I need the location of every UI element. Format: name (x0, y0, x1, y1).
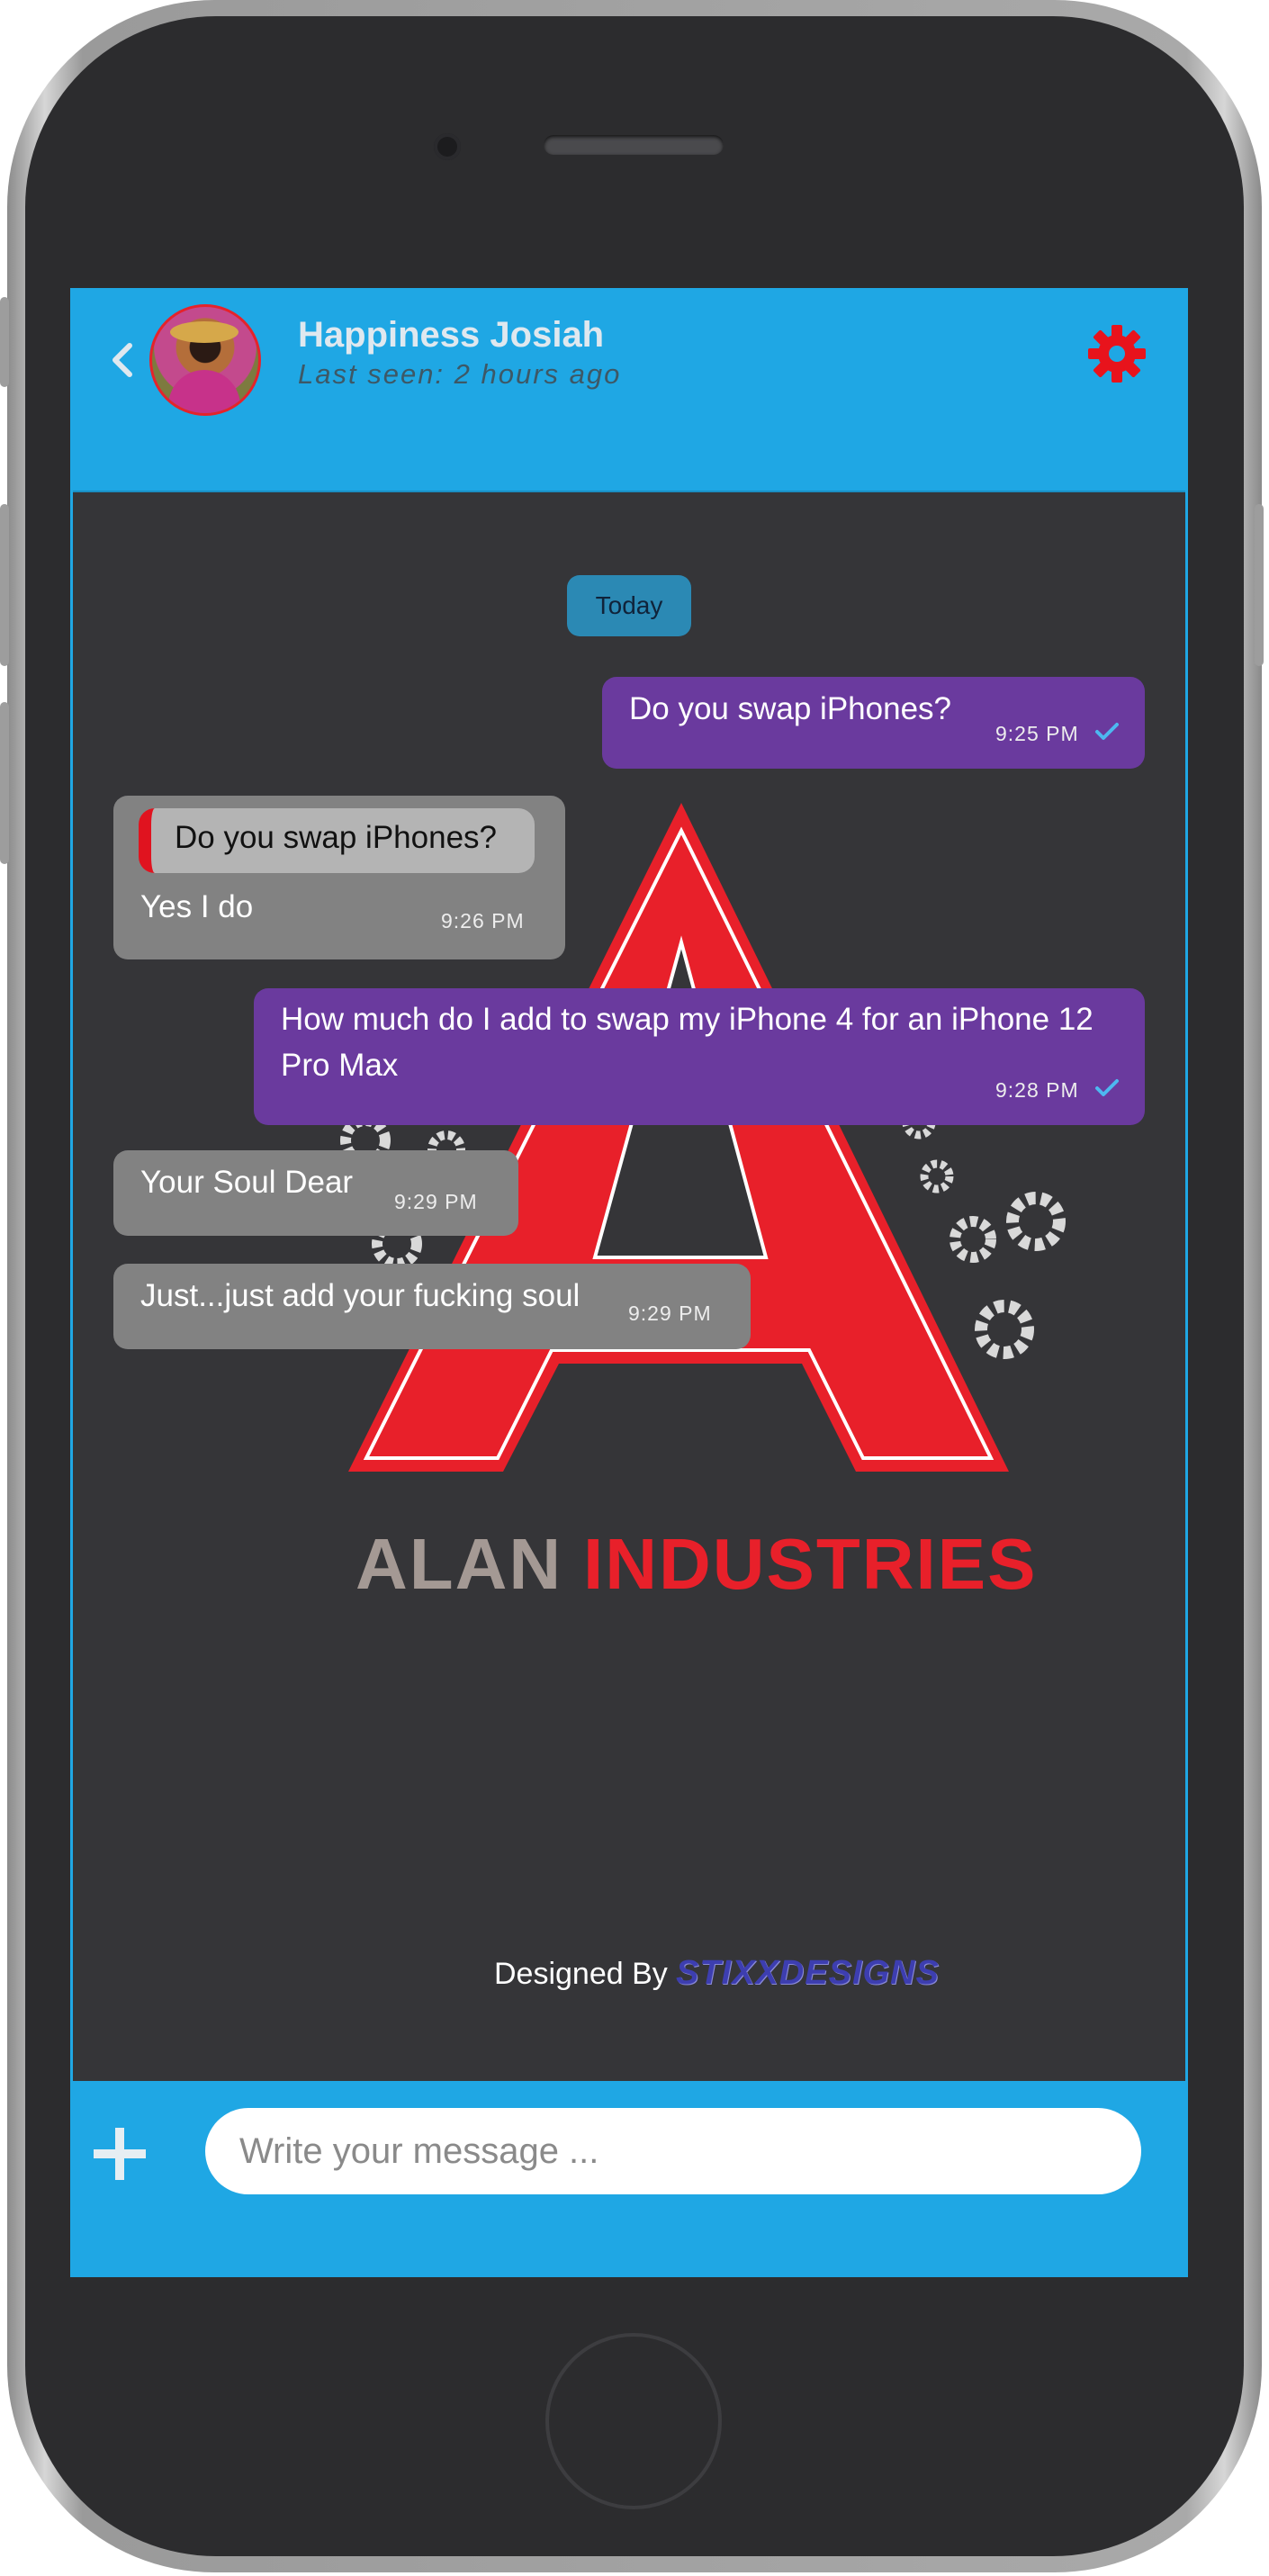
message-bubble-incoming[interactable]: Do you swap iPhones? Yes I do 9:26 PM (113, 796, 565, 959)
quoted-message[interactable]: Do you swap iPhones? (139, 808, 535, 873)
designer-logo: STIXXDESIGNS (676, 1954, 940, 1992)
message-text: How much do I add to swap my iPhone 4 fo… (281, 1002, 1094, 1083)
message-text: Just...just add your fucking soul (140, 1278, 580, 1313)
date-separator: Today (567, 575, 691, 636)
volume-down-button (0, 702, 9, 864)
contact-name[interactable]: Happiness Josiah (298, 315, 604, 356)
brand-name-right: INDUSTRIES (583, 1524, 1038, 1604)
front-camera (434, 133, 461, 160)
read-check-icon (1095, 723, 1119, 740)
power-button (1255, 504, 1264, 666)
message-bubble-incoming[interactable]: Your Soul Dear 9:29 PM (113, 1150, 518, 1236)
message-text: Do you swap iPhones? (629, 691, 951, 726)
message-bubble-outgoing[interactable]: Do you swap iPhones? 9:25 PM (602, 677, 1145, 769)
message-text: Yes I do (140, 889, 254, 924)
quoted-message-text: Do you swap iPhones? (175, 820, 497, 855)
message-time: 9:28 PM (995, 1078, 1079, 1102)
last-seen-status: Last seen: 2 hours ago (298, 358, 622, 390)
volume-up-button (0, 504, 9, 666)
chat-area[interactable]: ALAN INDUSTRIES Designed By STIXXDESIGNS… (73, 491, 1185, 2083)
message-bubble-outgoing[interactable]: How much do I add to swap my iPhone 4 fo… (254, 988, 1145, 1125)
avatar-body (168, 370, 240, 413)
message-composer (70, 2081, 1188, 2277)
designed-by-label: Designed By (494, 1957, 668, 1991)
message-time: 9:25 PM (995, 722, 1079, 745)
message-text: Your Soul Dear (140, 1165, 354, 1200)
earpiece-speaker (544, 135, 724, 155)
chevron-left-icon[interactable] (95, 333, 149, 387)
brand-name-left: ALAN (356, 1524, 563, 1604)
message-input[interactable] (205, 2108, 1141, 2194)
chat-screen: Happiness Josiah Last seen: 2 hours ago (70, 288, 1188, 2277)
gear-icon[interactable] (1085, 322, 1148, 385)
message-time: 9:29 PM (628, 1302, 712, 1325)
home-button[interactable] (545, 2333, 722, 2509)
plus-icon[interactable] (90, 2124, 149, 2184)
chat-header: Happiness Josiah Last seen: 2 hours ago (70, 288, 1188, 491)
avatar[interactable] (149, 304, 261, 416)
message-time: 9:29 PM (394, 1190, 478, 1213)
message-bubble-incoming[interactable]: Just...just add your fucking soul 9:29 P… (113, 1264, 751, 1349)
side-button (0, 297, 9, 387)
message-time: 9:26 PM (441, 909, 525, 932)
avatar-hat (170, 321, 238, 343)
read-check-icon (1095, 1079, 1119, 1096)
